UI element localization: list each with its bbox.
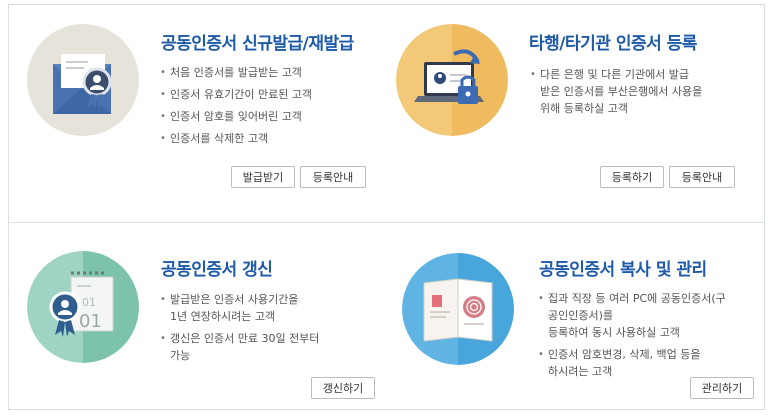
calendar-day: 01 (79, 311, 102, 332)
register-title: 타행/타기관 인증서 등록 (529, 34, 697, 54)
list-item: 인증서 유효기간이 만료된 고객 (160, 86, 380, 103)
issue-bullet-list: 처음 인증서를 발급받는 고객 인증서 유효기간이 만료된 고객 인증서 암호를… (160, 64, 380, 152)
renew-illustration: 01 01 (27, 251, 139, 363)
manage-button[interactable]: 관리하기 (690, 377, 754, 399)
manage-illustration (402, 253, 514, 365)
register-illustration (396, 24, 508, 136)
register-button[interactable]: 등록하기 (600, 166, 664, 188)
manage-bullet-list: 집과 직장 등 여러 PC에 공동인증서(구 공인인증서)를 등록하여 동시 사… (538, 290, 764, 385)
manage-title: 공동인증서 복사 및 관리 (539, 260, 707, 280)
list-item: 인증서 암호를 잊어버린 고객 (160, 108, 380, 125)
issue-button[interactable]: 발급받기 (231, 166, 295, 188)
register-guide-button[interactable]: 등록안내 (669, 166, 735, 188)
renew-button[interactable]: 갱신하기 (311, 377, 375, 399)
calendar-month: 01 (82, 296, 96, 309)
list-item: 발급받은 인증서 사용기간을 1년 연장하시려는 고객 (160, 291, 380, 325)
issue-guide-button[interactable]: 등록안내 (300, 166, 366, 188)
list-item: 인증서를 삭제한 고객 (160, 130, 380, 147)
list-item: 집과 직장 등 여러 PC에 공동인증서(구 공인인증서)를 등록하여 동시 사… (538, 290, 764, 341)
list-item: 인증서 암호변경, 삭제, 백업 등을 하시려는 고객 (538, 346, 764, 380)
list-item: 처음 인증서를 발급받는 고객 (160, 64, 380, 81)
issue-illustration (27, 24, 139, 136)
list-item: 다른 은행 및 다른 기관에서 발급 받은 인증서를 부산은행에서 사용을 위해… (530, 66, 750, 117)
list-item: 갱신은 인증서 만료 30일 전부터 가능 (160, 330, 380, 364)
renew-bullet-list: 발급받은 인증서 사용기간을 1년 연장하시려는 고객 갱신은 인증서 만료 3… (160, 291, 380, 369)
section-divider (8, 222, 765, 223)
register-bullet-list: 다른 은행 및 다른 기관에서 발급 받은 인증서를 부산은행에서 사용을 위해… (530, 66, 750, 122)
renew-title: 공동인증서 갱신 (161, 260, 273, 280)
issue-title: 공동인증서 신규발급/재발급 (161, 34, 354, 54)
